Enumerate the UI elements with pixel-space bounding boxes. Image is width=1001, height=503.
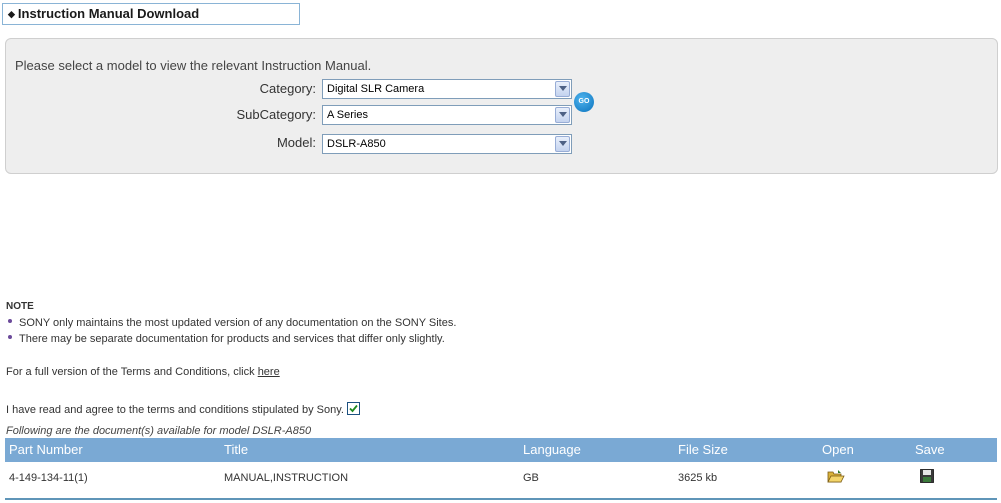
- column-header-open: Open: [822, 442, 854, 457]
- category-label: Category:: [259, 81, 316, 96]
- model-select-value: DSLR-A850: [327, 138, 386, 150]
- file-size-cell: 3625 kb: [678, 472, 718, 484]
- terms-text: For a full version of the Terms and Cond…: [6, 366, 258, 378]
- column-header-file-size: File Size: [678, 442, 728, 457]
- terms-line: For a full version of the Terms and Cond…: [6, 366, 280, 378]
- column-header-part-number: Part Number: [9, 442, 83, 457]
- page-title: ◆ Instruction Manual Download: [2, 3, 300, 25]
- floppy-disk-icon[interactable]: [920, 469, 934, 486]
- go-button[interactable]: GO: [574, 92, 594, 112]
- note-item: SONY only maintains the most updated ver…: [19, 317, 457, 329]
- part-number-cell: 4-149-134-11(1): [9, 472, 88, 484]
- column-header-language: Language: [523, 442, 581, 457]
- model-select[interactable]: DSLR-A850: [322, 134, 572, 154]
- column-header-title: Title: [224, 442, 249, 457]
- subcategory-label: SubCategory:: [236, 107, 317, 122]
- category-select-value: Digital SLR Camera: [327, 83, 425, 95]
- table-row: 4-149-134-11(1) MANUAL,INSTRUCTION GB 36…: [5, 462, 997, 495]
- agree-text: I have read and agree to the terms and c…: [6, 404, 344, 416]
- subcategory-select[interactable]: A Series: [322, 105, 572, 125]
- agree-checkbox[interactable]: [347, 402, 360, 415]
- folder-open-icon[interactable]: [827, 469, 845, 486]
- bullet-icon: [8, 319, 12, 323]
- subcategory-select-value: A Series: [327, 109, 368, 121]
- title-cell: MANUAL,INSTRUCTION: [224, 472, 349, 484]
- documents-table-header: Part Number Title Language File Size Ope…: [5, 438, 997, 462]
- model-label: Model:: [276, 135, 316, 150]
- chevron-down-icon[interactable]: [555, 136, 570, 152]
- category-select[interactable]: Digital SLR Camera: [322, 79, 572, 99]
- page-title-text: Instruction Manual Download: [17, 6, 200, 21]
- checkmark-icon: [349, 404, 358, 413]
- bullet-icon: [8, 335, 12, 339]
- column-header-save: Save: [915, 442, 945, 457]
- table-bottom-divider: [5, 498, 997, 500]
- note-item: There may be separate documentation for …: [19, 333, 445, 345]
- diamond-bullet-icon: ◆: [8, 9, 15, 19]
- terms-link[interactable]: here: [258, 366, 280, 378]
- language-cell: GB: [523, 472, 539, 484]
- chevron-down-icon[interactable]: [555, 81, 570, 97]
- selector-intro: Please select a model to view the releva…: [15, 58, 372, 73]
- model-selector-panel: Please select a model to view the releva…: [5, 38, 998, 174]
- chevron-down-icon[interactable]: [555, 107, 570, 123]
- note-title: NOTE: [6, 301, 34, 312]
- documents-caption: Following are the document(s) available …: [6, 425, 312, 437]
